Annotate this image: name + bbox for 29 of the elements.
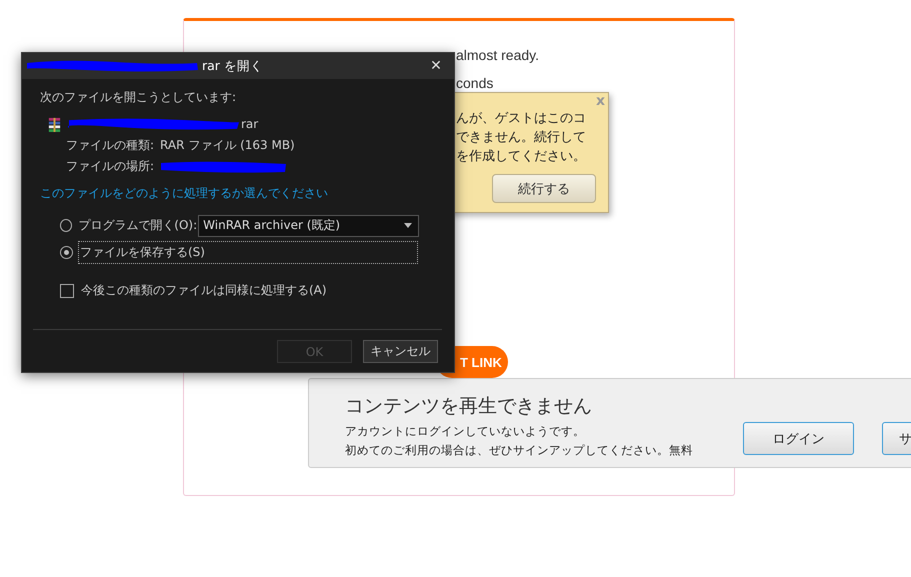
status-text: almost ready.	[456, 47, 540, 63]
banner-text: アカウントにログインしていないようです。	[345, 423, 586, 440]
prompt-text: 次のファイルを開こうとしています:	[40, 89, 238, 106]
cancel-button[interactable]: キャンセル	[363, 340, 438, 363]
popup-text: できません。続行して	[456, 129, 587, 147]
popup-text: を作成してください。	[456, 148, 587, 166]
type-value: RAR ファイル (163 MB)	[160, 137, 295, 154]
banner-title: コンテンツを再生できません	[345, 394, 593, 419]
popup-text: んが、ゲストはこのコ	[456, 110, 587, 128]
radio-button[interactable]	[60, 219, 72, 232]
login-button[interactable]: ログイン	[743, 422, 854, 455]
close-button[interactable]: ✕	[418, 58, 454, 74]
archive-icon	[47, 116, 62, 132]
caret-icon	[404, 223, 412, 228]
option-label[interactable]: プログラムで開く(O):	[77, 215, 198, 236]
type-label: ファイルの種類:	[66, 137, 154, 154]
question-text: このファイルをどのように処理するか選んでください	[40, 185, 329, 202]
location-label: ファイルの場所:	[66, 158, 154, 175]
radio-button[interactable]	[60, 246, 73, 259]
banner-text: 初めてのご利用の場合は、ぜひサインアップしてください。無料	[345, 442, 694, 459]
option-label[interactable]: ファイルを保存する(S)	[78, 241, 418, 264]
window-title: rar を開く	[202, 58, 263, 74]
checkbox-label: 今後この種類のファイルは同様に処理する(A)	[80, 282, 328, 299]
countdown-text: conds	[456, 75, 494, 91]
file-name: rar	[241, 117, 258, 131]
login-button[interactable]: サ	[882, 422, 911, 455]
checkbox[interactable]	[60, 284, 74, 298]
program-dropdown[interactable]: WinRAR archiver (既定)	[198, 214, 419, 236]
continue-button[interactable]: 続行する	[492, 174, 596, 203]
